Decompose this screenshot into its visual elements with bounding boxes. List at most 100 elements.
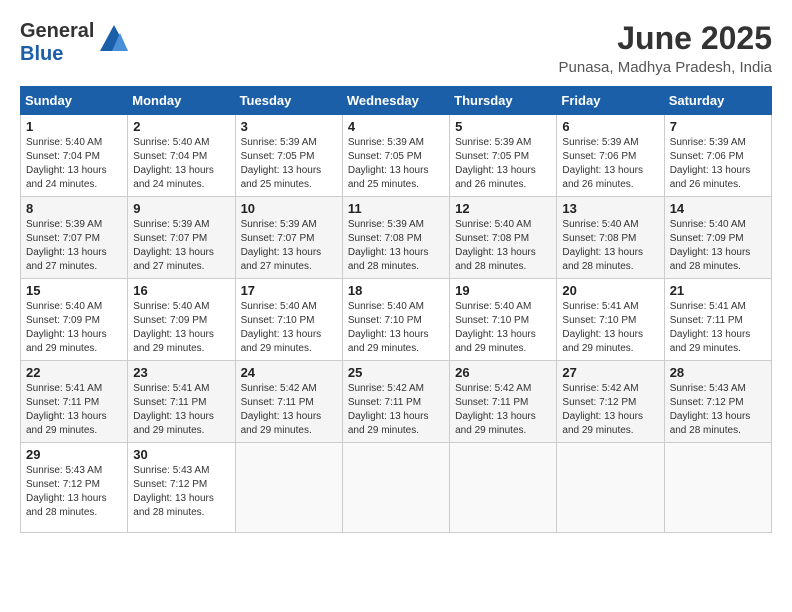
calendar-cell: 2Sunrise: 5:40 AM Sunset: 7:04 PM Daylig… bbox=[128, 115, 235, 197]
day-number: 18 bbox=[348, 283, 444, 298]
day-number: 19 bbox=[455, 283, 551, 298]
calendar-cell: 10Sunrise: 5:39 AM Sunset: 7:07 PM Dayli… bbox=[235, 197, 342, 279]
calendar-week-row: 15Sunrise: 5:40 AM Sunset: 7:09 PM Dayli… bbox=[21, 279, 772, 361]
day-number: 1 bbox=[26, 119, 122, 134]
day-number: 27 bbox=[562, 365, 658, 380]
day-info: Sunrise: 5:40 AM Sunset: 7:04 PM Dayligh… bbox=[26, 136, 122, 192]
day-of-week-header: Monday bbox=[128, 87, 235, 115]
calendar-cell bbox=[342, 443, 449, 533]
day-number: 29 bbox=[26, 447, 122, 462]
day-number: 14 bbox=[670, 201, 766, 216]
location-title: Punasa, Madhya Pradesh, India bbox=[559, 59, 772, 76]
calendar-cell: 7Sunrise: 5:39 AM Sunset: 7:06 PM Daylig… bbox=[664, 115, 771, 197]
day-number: 17 bbox=[241, 283, 337, 298]
calendar-cell: 5Sunrise: 5:39 AM Sunset: 7:05 PM Daylig… bbox=[450, 115, 557, 197]
day-number: 25 bbox=[348, 365, 444, 380]
calendar-cell: 23 Sunrise: 5:41 AM Sunset: 7:11 PM Dayli… bbox=[128, 361, 235, 443]
calendar-cell: 14 Sunrise: 5:40 AM Sunset: 7:09 PM Dayli… bbox=[664, 197, 771, 279]
day-info: Sunrise: 5:40 AM Sunset: 7:09 PM Dayligh… bbox=[670, 218, 766, 274]
day-info: Sunrise: 5:41 AM Sunset: 7:10 PM Dayligh… bbox=[562, 300, 658, 356]
day-info: Sunrise: 5:39 AM Sunset: 7:08 PM Dayligh… bbox=[348, 218, 444, 274]
day-of-week-header: Saturday bbox=[664, 87, 771, 115]
day-number: 8 bbox=[26, 201, 122, 216]
day-number: 23 bbox=[133, 365, 229, 380]
calendar-header-row: SundayMondayTuesdayWednesdayThursdayFrid… bbox=[21, 87, 772, 115]
day-info: Sunrise: 5:42 AM Sunset: 7:11 PM Dayligh… bbox=[455, 382, 551, 438]
day-info: Sunrise: 5:43 AM Sunset: 7:12 PM Dayligh… bbox=[26, 464, 122, 520]
day-number: 28 bbox=[670, 365, 766, 380]
day-number: 16 bbox=[133, 283, 229, 298]
day-info: Sunrise: 5:39 AM Sunset: 7:07 PM Dayligh… bbox=[241, 218, 337, 274]
calendar-cell bbox=[664, 443, 771, 533]
day-info: Sunrise: 5:41 AM Sunset: 7:11 PM Dayligh… bbox=[26, 382, 122, 438]
month-title: June 2025 bbox=[559, 20, 772, 57]
day-of-week-header: Friday bbox=[557, 87, 664, 115]
day-info: Sunrise: 5:39 AM Sunset: 7:06 PM Dayligh… bbox=[670, 136, 766, 192]
day-number: 30 bbox=[133, 447, 229, 462]
calendar-cell: 28 Sunrise: 5:43 AM Sunset: 7:12 PM Dayli… bbox=[664, 361, 771, 443]
day-info: Sunrise: 5:43 AM Sunset: 7:12 PM Dayligh… bbox=[670, 382, 766, 438]
day-number: 12 bbox=[455, 201, 551, 216]
logo-icon bbox=[98, 23, 130, 55]
calendar-cell bbox=[450, 443, 557, 533]
calendar-week-row: 22 Sunrise: 5:41 AM Sunset: 7:11 PM Dayli… bbox=[21, 361, 772, 443]
calendar-cell: 3Sunrise: 5:39 AM Sunset: 7:05 PM Daylig… bbox=[235, 115, 342, 197]
day-info: Sunrise: 5:40 AM Sunset: 7:09 PM Dayligh… bbox=[133, 300, 229, 356]
calendar-cell: 9Sunrise: 5:39 AM Sunset: 7:07 PM Daylig… bbox=[128, 197, 235, 279]
calendar-cell: 18 Sunrise: 5:40 AM Sunset: 7:10 PM Dayli… bbox=[342, 279, 449, 361]
day-of-week-header: Tuesday bbox=[235, 87, 342, 115]
calendar-cell: 17 Sunrise: 5:40 AM Sunset: 7:10 PM Dayli… bbox=[235, 279, 342, 361]
calendar-cell: 16 Sunrise: 5:40 AM Sunset: 7:09 PM Dayli… bbox=[128, 279, 235, 361]
calendar-cell: 15Sunrise: 5:40 AM Sunset: 7:09 PM Dayli… bbox=[21, 279, 128, 361]
calendar-cell: 29 Sunrise: 5:43 AM Sunset: 7:12 PM Dayli… bbox=[21, 443, 128, 533]
calendar-cell: 13Sunrise: 5:40 AM Sunset: 7:08 PM Dayli… bbox=[557, 197, 664, 279]
calendar-cell: 12 Sunrise: 5:40 AM Sunset: 7:08 PM Dayli… bbox=[450, 197, 557, 279]
calendar-cell: 8 Sunrise: 5:39 AM Sunset: 7:07 PM Daylig… bbox=[21, 197, 128, 279]
calendar-cell: 30 Sunrise: 5:43 AM Sunset: 7:12 PM Dayli… bbox=[128, 443, 235, 533]
calendar-cell bbox=[235, 443, 342, 533]
calendar-cell bbox=[557, 443, 664, 533]
day-number: 9 bbox=[133, 201, 229, 216]
calendar-cell: 22 Sunrise: 5:41 AM Sunset: 7:11 PM Dayli… bbox=[21, 361, 128, 443]
day-number: 21 bbox=[670, 283, 766, 298]
day-info: Sunrise: 5:39 AM Sunset: 7:05 PM Dayligh… bbox=[348, 136, 444, 192]
day-info: Sunrise: 5:42 AM Sunset: 7:11 PM Dayligh… bbox=[241, 382, 337, 438]
calendar-cell: 21 Sunrise: 5:41 AM Sunset: 7:11 PM Dayli… bbox=[664, 279, 771, 361]
day-info: Sunrise: 5:40 AM Sunset: 7:10 PM Dayligh… bbox=[241, 300, 337, 356]
page-header: General Blue June 2025 Punasa, Madhya Pr… bbox=[20, 20, 772, 76]
day-info: Sunrise: 5:39 AM Sunset: 7:06 PM Dayligh… bbox=[562, 136, 658, 192]
day-number: 24 bbox=[241, 365, 337, 380]
day-info: Sunrise: 5:40 AM Sunset: 7:10 PM Dayligh… bbox=[348, 300, 444, 356]
day-info: Sunrise: 5:43 AM Sunset: 7:12 PM Dayligh… bbox=[133, 464, 229, 520]
calendar-cell: 19 Sunrise: 5:40 AM Sunset: 7:10 PM Dayli… bbox=[450, 279, 557, 361]
logo: General Blue bbox=[20, 20, 130, 66]
day-of-week-header: Thursday bbox=[450, 87, 557, 115]
day-number: 6 bbox=[562, 119, 658, 134]
day-info: Sunrise: 5:39 AM Sunset: 7:07 PM Dayligh… bbox=[26, 218, 122, 274]
calendar-cell: 25 Sunrise: 5:42 AM Sunset: 7:11 PM Dayli… bbox=[342, 361, 449, 443]
logo-text: General Blue bbox=[20, 20, 94, 66]
calendar-cell: 11 Sunrise: 5:39 AM Sunset: 7:08 PM Dayli… bbox=[342, 197, 449, 279]
calendar-cell: 4 Sunrise: 5:39 AM Sunset: 7:05 PM Daylig… bbox=[342, 115, 449, 197]
calendar-cell: 27 Sunrise: 5:42 AM Sunset: 7:12 PM Dayli… bbox=[557, 361, 664, 443]
day-number: 22 bbox=[26, 365, 122, 380]
day-number: 5 bbox=[455, 119, 551, 134]
calendar-cell: 1 Sunrise: 5:40 AM Sunset: 7:04 PM Daylig… bbox=[21, 115, 128, 197]
day-info: Sunrise: 5:40 AM Sunset: 7:10 PM Dayligh… bbox=[455, 300, 551, 356]
day-info: Sunrise: 5:42 AM Sunset: 7:11 PM Dayligh… bbox=[348, 382, 444, 438]
calendar-week-row: 8 Sunrise: 5:39 AM Sunset: 7:07 PM Daylig… bbox=[21, 197, 772, 279]
day-number: 4 bbox=[348, 119, 444, 134]
day-info: Sunrise: 5:41 AM Sunset: 7:11 PM Dayligh… bbox=[670, 300, 766, 356]
title-area: June 2025 Punasa, Madhya Pradesh, India bbox=[559, 20, 772, 76]
day-info: Sunrise: 5:42 AM Sunset: 7:12 PM Dayligh… bbox=[562, 382, 658, 438]
logo-blue: Blue bbox=[20, 43, 63, 65]
calendar-cell: 6 Sunrise: 5:39 AM Sunset: 7:06 PM Daylig… bbox=[557, 115, 664, 197]
day-of-week-header: Sunday bbox=[21, 87, 128, 115]
day-number: 11 bbox=[348, 201, 444, 216]
day-info: Sunrise: 5:40 AM Sunset: 7:04 PM Dayligh… bbox=[133, 136, 229, 192]
calendar-week-row: 29 Sunrise: 5:43 AM Sunset: 7:12 PM Dayli… bbox=[21, 443, 772, 533]
day-info: Sunrise: 5:40 AM Sunset: 7:08 PM Dayligh… bbox=[455, 218, 551, 274]
day-info: Sunrise: 5:41 AM Sunset: 7:11 PM Dayligh… bbox=[133, 382, 229, 438]
calendar-cell: 26Sunrise: 5:42 AM Sunset: 7:11 PM Dayli… bbox=[450, 361, 557, 443]
day-info: Sunrise: 5:40 AM Sunset: 7:09 PM Dayligh… bbox=[26, 300, 122, 356]
